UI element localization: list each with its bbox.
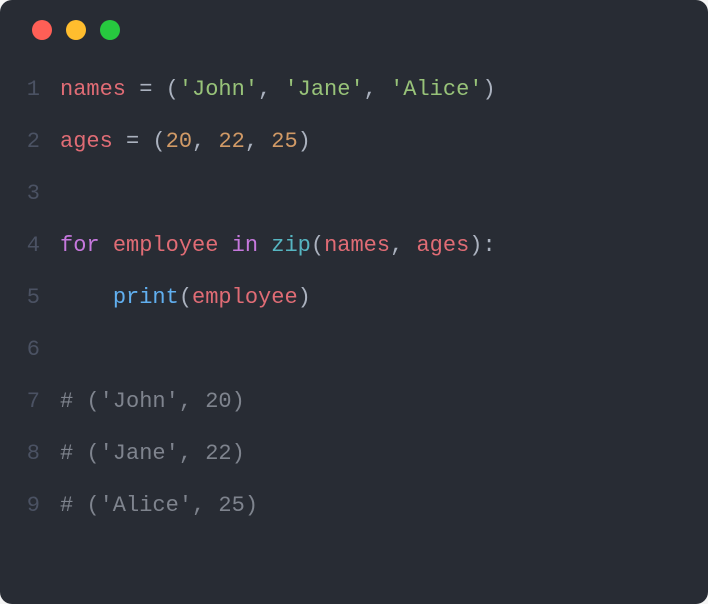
token-func: print (113, 285, 179, 310)
token-punc: ) (483, 77, 496, 102)
token-str: 'Alice' (390, 77, 482, 102)
token-punc: : (483, 233, 496, 258)
code-line[interactable]: 6 (0, 324, 708, 376)
token-comment: # ('John', 20) (60, 389, 245, 414)
token-str: 'Jane' (284, 77, 363, 102)
token-punc: ) (298, 285, 311, 310)
line-number: 4 (0, 220, 48, 272)
token-op (126, 77, 139, 102)
token-punc: , (390, 233, 403, 258)
token-var: employee (113, 233, 219, 258)
token-op (218, 233, 231, 258)
line-number: 7 (0, 376, 48, 428)
code-content[interactable]: # ('Alice', 25) (48, 480, 258, 532)
token-op (403, 233, 416, 258)
token-comment: # ('Jane', 22) (60, 441, 245, 466)
code-window: 1names = ('John', 'Jane', 'Alice')2ages … (0, 0, 708, 604)
code-content[interactable]: print(employee) (48, 272, 311, 324)
token-punc: ( (311, 233, 324, 258)
token-punc: ( (179, 285, 192, 310)
token-kw: for (60, 233, 100, 258)
token-op (205, 129, 218, 154)
token-op (60, 285, 113, 310)
line-number: 6 (0, 324, 48, 376)
token-punc: , (192, 129, 205, 154)
code-line[interactable]: 8 # ('Jane', 22) (0, 428, 708, 480)
code-content[interactable]: ages = (20, 22, 25) (48, 116, 311, 168)
token-var: names (324, 233, 390, 258)
token-op (377, 77, 390, 102)
token-num: 22 (218, 129, 244, 154)
code-line[interactable]: 1names = ('John', 'Jane', 'Alice') (0, 64, 708, 116)
code-line[interactable]: 5 print(employee) (0, 272, 708, 324)
token-str: 'John' (179, 77, 258, 102)
line-number: 9 (0, 480, 48, 532)
token-comment: # ('Alice', 25) (60, 493, 258, 518)
token-builtin: zip (271, 233, 311, 258)
line-number: 3 (0, 168, 48, 220)
code-content[interactable]: # ('Jane', 22) (48, 428, 245, 480)
token-num: 20 (166, 129, 192, 154)
line-number: 5 (0, 272, 48, 324)
line-number: 8 (0, 428, 48, 480)
line-number: 2 (0, 116, 48, 168)
token-op (139, 129, 152, 154)
token-punc: , (364, 77, 377, 102)
line-number: 1 (0, 64, 48, 116)
code-line[interactable]: 3 (0, 168, 708, 220)
token-num: 25 (271, 129, 297, 154)
code-content[interactable]: # ('John', 20) (48, 376, 245, 428)
token-var: names (60, 77, 126, 102)
code-line[interactable]: 9 # ('Alice', 25) (0, 480, 708, 532)
maximize-icon[interactable] (100, 20, 120, 40)
token-op: = (139, 77, 152, 102)
code-content[interactable]: for employee in zip(names, ages): (48, 220, 496, 272)
token-var: ages (60, 129, 113, 154)
token-op (258, 233, 271, 258)
close-icon[interactable] (32, 20, 52, 40)
token-op (258, 129, 271, 154)
token-op: = (126, 129, 139, 154)
token-punc: , (258, 77, 271, 102)
minimize-icon[interactable] (66, 20, 86, 40)
code-line[interactable]: 7 # ('John', 20) (0, 376, 708, 428)
token-kw2: in (232, 233, 258, 258)
token-punc: ( (152, 129, 165, 154)
window-titlebar (0, 0, 708, 60)
token-punc: ) (298, 129, 311, 154)
code-content[interactable]: names = ('John', 'Jane', 'Alice') (48, 64, 496, 116)
code-editor[interactable]: 1names = ('John', 'Jane', 'Alice')2ages … (0, 60, 708, 532)
token-punc: , (245, 129, 258, 154)
code-line[interactable]: 4for employee in zip(names, ages): (0, 220, 708, 272)
token-punc: ( (166, 77, 179, 102)
token-op (100, 233, 113, 258)
token-var: ages (416, 233, 469, 258)
code-line[interactable]: 2ages = (20, 22, 25) (0, 116, 708, 168)
token-op (271, 77, 284, 102)
token-op (113, 129, 126, 154)
token-op (152, 77, 165, 102)
token-punc: ) (469, 233, 482, 258)
token-var: employee (192, 285, 298, 310)
